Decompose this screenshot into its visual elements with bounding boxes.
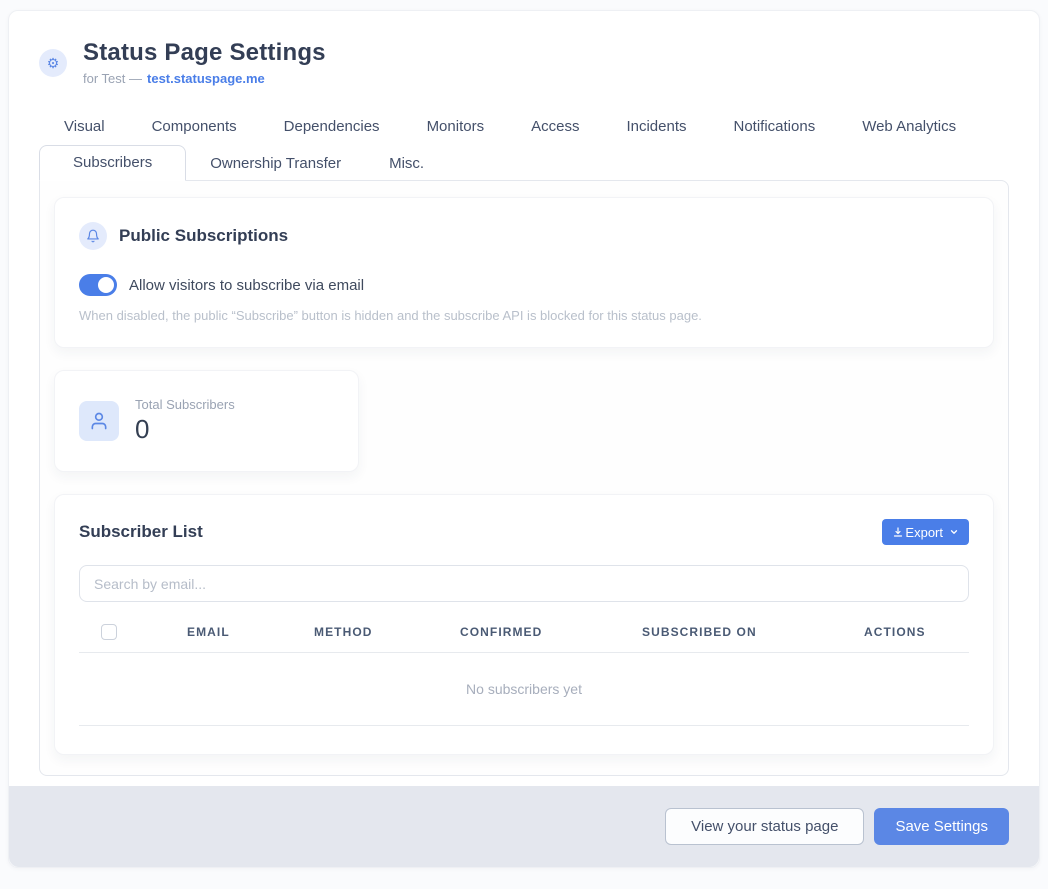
- gear-icon: ⚙: [39, 49, 67, 77]
- allow-subscribe-toggle[interactable]: [79, 274, 117, 296]
- export-button-label: Export: [905, 525, 943, 540]
- total-subscribers-card: Total Subscribers 0: [54, 370, 359, 472]
- subscriber-list-card: Subscriber List Export: [54, 494, 994, 755]
- table-header-row: EMAIL METHOD CONFIRMED SUBSCRIBED ON ACT…: [79, 624, 969, 653]
- select-all-cell: [79, 624, 187, 640]
- tabs-row-2: Subscribers Ownership Transfer Misc.: [9, 145, 1039, 181]
- save-settings-button[interactable]: Save Settings: [874, 808, 1009, 845]
- tab-notifications[interactable]: Notifications: [734, 114, 816, 139]
- column-header-email: EMAIL: [187, 625, 314, 639]
- header-text: Status Page Settings for Test — test.sta…: [83, 39, 326, 86]
- column-header-confirmed: CONFIRMED: [460, 625, 642, 639]
- column-header-method: METHOD: [314, 625, 460, 639]
- page-header: ⚙ Status Page Settings for Test — test.s…: [9, 11, 1039, 86]
- settings-card: ⚙ Status Page Settings for Test — test.s…: [8, 10, 1040, 868]
- subscriber-list-title: Subscriber List: [79, 522, 203, 542]
- subscribe-toggle-row: Allow visitors to subscribe via email: [79, 274, 969, 296]
- tab-access[interactable]: Access: [531, 114, 579, 139]
- tab-subscribers[interactable]: Subscribers: [39, 145, 186, 181]
- empty-state-text: No subscribers yet: [79, 653, 969, 726]
- column-header-subscribed-on: SUBSCRIBED ON: [642, 625, 864, 639]
- page-subtitle: for Test — test.statuspage.me: [83, 71, 326, 86]
- public-subscriptions-title: Public Subscriptions: [119, 226, 288, 246]
- settings-footer: View your status page Save Settings: [9, 786, 1039, 867]
- select-all-checkbox[interactable]: [101, 624, 117, 640]
- tab-web-analytics[interactable]: Web Analytics: [862, 114, 956, 139]
- status-page-link[interactable]: test.statuspage.me: [147, 71, 265, 86]
- subscriber-list-header: Subscriber List Export: [79, 519, 969, 545]
- subscribers-tab-panel: Public Subscriptions Allow visitors to s…: [39, 180, 1009, 776]
- search-input[interactable]: [79, 565, 969, 602]
- tab-components[interactable]: Components: [152, 114, 237, 139]
- toggle-label: Allow visitors to subscribe via email: [129, 277, 364, 294]
- person-icon: [79, 401, 119, 441]
- tabs-row-1: Visual Components Dependencies Monitors …: [9, 114, 1039, 139]
- tab-dependencies[interactable]: Dependencies: [284, 114, 380, 139]
- stat-value: 0: [135, 414, 235, 445]
- column-header-actions: ACTIONS: [864, 625, 969, 639]
- page-title: Status Page Settings: [83, 39, 326, 67]
- chevron-down-icon: [949, 527, 959, 537]
- toggle-knob: [98, 277, 114, 293]
- stat-label: Total Subscribers: [135, 397, 235, 412]
- stat-text: Total Subscribers 0: [135, 397, 235, 445]
- export-button[interactable]: Export: [882, 519, 969, 545]
- tab-misc[interactable]: Misc.: [365, 147, 448, 181]
- public-subscriptions-header: Public Subscriptions: [79, 222, 969, 250]
- bell-icon: [79, 222, 107, 250]
- tab-incidents[interactable]: Incidents: [626, 114, 686, 139]
- public-subscriptions-card: Public Subscriptions Allow visitors to s…: [54, 197, 994, 348]
- tab-monitors[interactable]: Monitors: [427, 114, 485, 139]
- download-icon: [892, 526, 904, 538]
- tab-ownership-transfer[interactable]: Ownership Transfer: [186, 147, 365, 181]
- toggle-helper-text: When disabled, the public “Subscribe” bu…: [79, 308, 969, 323]
- view-status-page-button[interactable]: View your status page: [665, 808, 864, 845]
- tab-visual[interactable]: Visual: [64, 114, 105, 139]
- subtitle-prefix: for Test —: [83, 71, 142, 86]
